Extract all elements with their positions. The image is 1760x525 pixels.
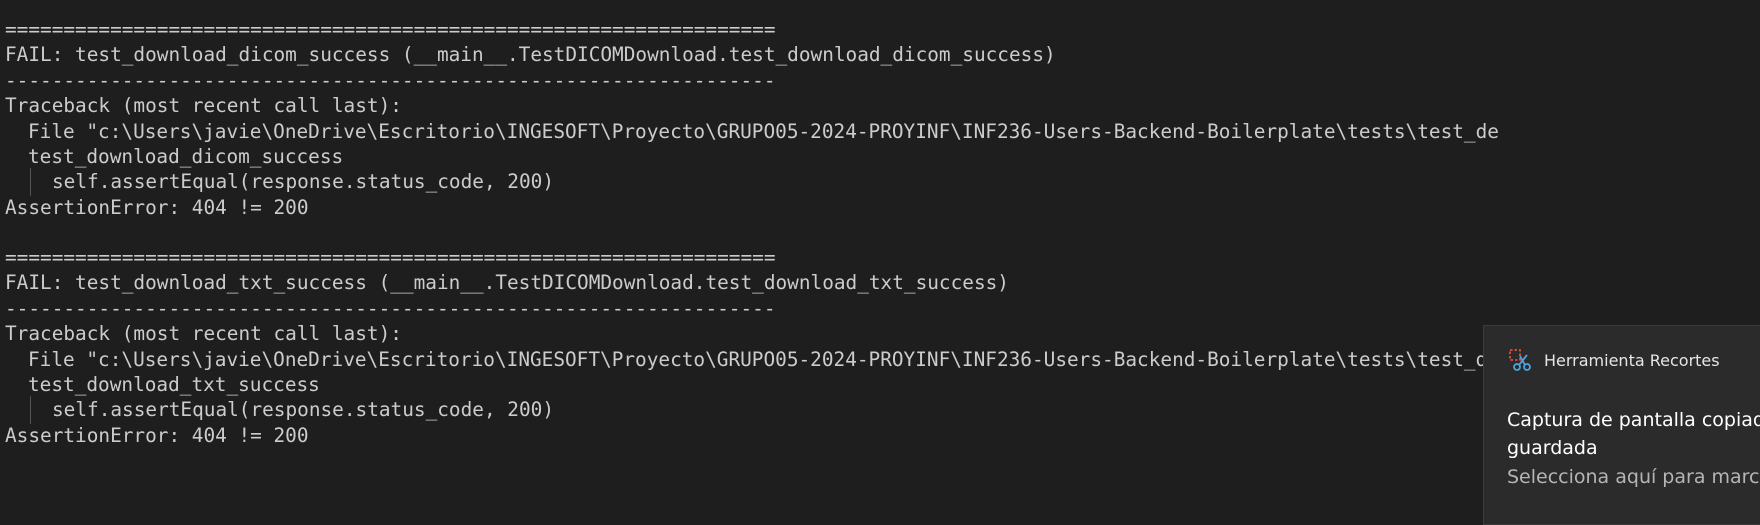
traceback-file: File "c:\Users\javie\OneDrive\Escritorio…: [28, 348, 1499, 371]
fail-header: FAIL: test_download_dicom_success (__mai…: [5, 43, 1056, 66]
notification-app-name: Herramienta Recortes: [1544, 351, 1720, 370]
traceback-header: Traceback (most recent call last):: [5, 94, 402, 117]
divider-line: ----------------------------------------…: [5, 69, 776, 92]
traceback-code: self.assertEqual(response.status_code, 2…: [52, 170, 554, 193]
notification-body: Selecciona aquí para marca: [1507, 466, 1760, 488]
indent-guide: [30, 396, 31, 424]
separator-line: ========================================…: [5, 246, 776, 269]
traceback-header: Traceback (most recent call last):: [5, 322, 402, 345]
assertion-error: AssertionError: 404 != 200: [5, 424, 309, 447]
fail-header: FAIL: test_download_txt_success (__main_…: [5, 271, 1009, 294]
divider-line: ----------------------------------------…: [5, 297, 776, 320]
traceback-function: test_download_dicom_success: [28, 145, 344, 168]
traceback-code: self.assertEqual(response.status_code, 2…: [52, 398, 554, 421]
indent-guide: [30, 168, 31, 196]
traceback-file: File "c:\Users\javie\OneDrive\Escritorio…: [28, 120, 1499, 143]
notification-toast[interactable]: Herramienta Recortes Captura de pantalla…: [1483, 325, 1760, 525]
separator-line: ========================================…: [5, 18, 776, 41]
traceback-function: test_download_txt_success: [28, 373, 320, 396]
assertion-error: AssertionError: 404 != 200: [5, 196, 309, 219]
notification-title: Captura de pantalla copiada guardada: [1507, 409, 1760, 459]
snipping-tool-icon: [1508, 348, 1532, 372]
